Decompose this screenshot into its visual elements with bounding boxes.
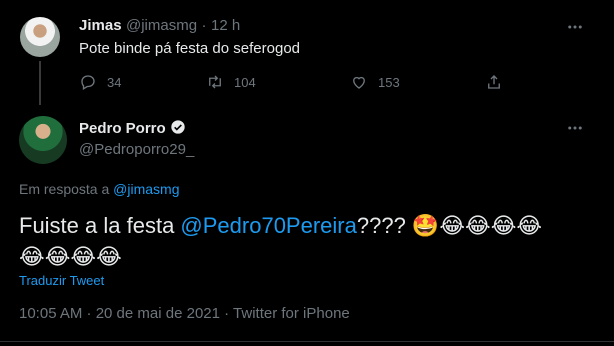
heart-icon bbox=[353, 76, 365, 89]
tweet-text-after: ???? bbox=[356, 213, 412, 238]
more-horizontal-icon bbox=[568, 126, 582, 130]
reply-header: Jimas @jimasmg · 12 h bbox=[79, 17, 240, 35]
tweet-mention-link[interactable]: @Pedro70Pereira bbox=[180, 213, 356, 238]
replying-to-link[interactable]: @jimasmg bbox=[113, 181, 179, 197]
tweet-meta[interactable]: 10:05 AM · 20 de mai de 2021 · Twitter f… bbox=[19, 305, 350, 322]
like-count: 153 bbox=[378, 74, 400, 90]
reply-more-button[interactable] bbox=[566, 18, 584, 41]
reply-action-like[interactable]: 153 bbox=[350, 73, 400, 91]
reply-author-name[interactable]: Jimas bbox=[79, 17, 122, 34]
reply-count: 34 bbox=[107, 74, 122, 90]
retweet-count: 104 bbox=[234, 74, 256, 90]
reply-action-reply[interactable]: 34 bbox=[79, 73, 121, 91]
reply-icon bbox=[81, 75, 95, 90]
avatar-jimas[interactable] bbox=[20, 17, 60, 57]
reply-text: Pote binde pá festa do seferogod bbox=[79, 40, 301, 57]
reply-action-share[interactable] bbox=[485, 73, 503, 91]
avatar-pedro-porro[interactable] bbox=[19, 116, 67, 164]
emoji-group-2: 😂😂😂😂 bbox=[19, 244, 122, 269]
share-icon bbox=[488, 75, 500, 89]
reply-author-handle[interactable]: @jimasmg bbox=[126, 17, 197, 34]
thread-line bbox=[39, 61, 41, 105]
tweet-text: Fuiste a la festa @Pedro70Pereira???? 🤩😂… bbox=[19, 210, 599, 272]
emoji-group-1: 🤩😂😂😂😂 bbox=[411, 213, 543, 238]
verified-badge-icon bbox=[171, 120, 185, 134]
translate-tweet-link[interactable]: Traduzir Tweet bbox=[19, 273, 104, 288]
tweet-text-before: Fuiste a la festa bbox=[19, 213, 181, 238]
replying-prefix: Em resposta a bbox=[19, 181, 110, 197]
tweet-more-button[interactable] bbox=[566, 119, 584, 142]
reply-time[interactable]: 12 h bbox=[211, 17, 240, 34]
more-horizontal-icon bbox=[568, 25, 582, 29]
tweet-author-block: Pedro Porro bbox=[79, 119, 186, 138]
reply-action-retweet[interactable]: 104 bbox=[206, 73, 256, 91]
reply-separator: · bbox=[201, 17, 207, 34]
tweet-author-handle[interactable]: @Pedroporro29_ bbox=[79, 141, 194, 158]
tweet-author-name[interactable]: Pedro Porro bbox=[79, 120, 166, 137]
divider bbox=[0, 341, 614, 342]
retweet-icon bbox=[209, 75, 221, 89]
replying-to: Em resposta a @jimasmg bbox=[19, 181, 180, 197]
